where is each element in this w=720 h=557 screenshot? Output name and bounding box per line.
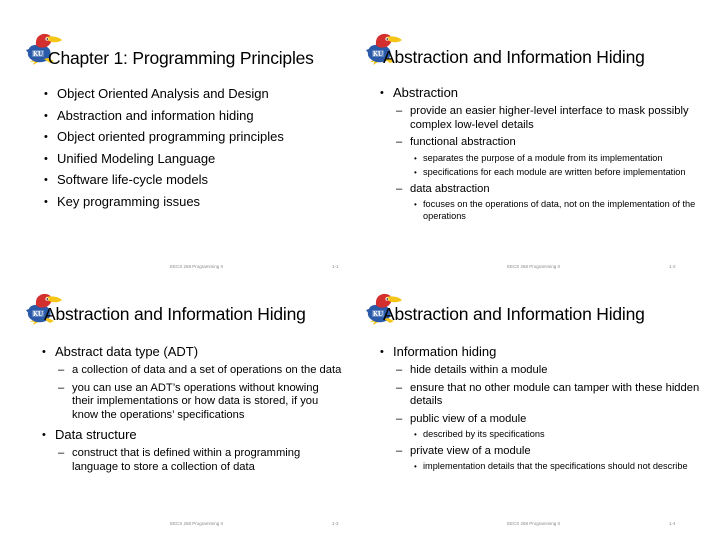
bullet-item: a collection of data and a set of operat… — [58, 364, 342, 378]
slide-body: Abstraction provide an easier higher-leve… — [380, 85, 700, 227]
bullet-text: a collection of data and a set of operat… — [72, 364, 342, 376]
slide-body: Object Oriented Analysis and Design Abstr… — [44, 86, 344, 215]
bullet-item: focuses on the operations of data, not o… — [414, 199, 700, 222]
bullet-text: Object oriented programming principles — [57, 129, 284, 144]
bullet-text: private view of a module — [410, 444, 531, 457]
slide-4: KU Abstraction and Information Hiding In… — [360, 278, 720, 556]
bullet-text: focuses on the operations of data, not o… — [423, 199, 696, 221]
slide-title: Abstraction and Information Hiding — [44, 304, 306, 324]
bullet-text: separates the purpose of a module from i… — [423, 152, 663, 163]
slide-footer-text: EECS 268 Programming II — [507, 264, 561, 269]
bullet-item: you can use an ADT’s operations without … — [58, 382, 342, 423]
bullet-list-level-3: described by its specifications — [410, 429, 700, 441]
slide-body: Abstract data type (ADT) a collection of … — [42, 344, 342, 479]
bullet-list-level-1: Abstraction provide an easier higher-leve… — [380, 85, 700, 222]
slide-title: Abstraction and Information Hiding — [383, 47, 645, 67]
bullet-text: you can use an ADT’s operations without … — [72, 381, 319, 421]
bullet-text: Abstraction and information hiding — [57, 107, 254, 123]
bullet-item: Information hiding hide details within a … — [380, 344, 700, 473]
bullet-text: provide an easier higher-level interface… — [410, 105, 689, 131]
bullet-list-level-3: implementation details that the specific… — [410, 461, 700, 473]
bullet-list-level-2: hide details within a module ensure that … — [393, 364, 700, 473]
slide-page-number: 1-2 — [669, 264, 676, 269]
bullet-text: data abstraction — [410, 182, 490, 195]
slide-1: KU Chapter 1: Programming Principles Obj… — [0, 0, 360, 278]
slide-page-number: 1-1 — [332, 264, 339, 269]
slide-page-number: 1-3 — [332, 521, 339, 526]
bullet-item: ensure that no other module can tamper w… — [396, 382, 700, 409]
svg-text:KU: KU — [33, 51, 44, 58]
slide-footer-text: EECS 268 Programming II — [170, 264, 224, 269]
slide-footer-text: EECS 268 Programming II — [170, 521, 224, 526]
bullet-item: functional abstraction separates the purp… — [396, 136, 700, 179]
bullet-item: Key programming issues — [44, 194, 344, 210]
slide-3: KU Abstraction and Information Hiding Ab… — [0, 278, 360, 556]
bullet-text: Object Oriented Analysis and Design — [57, 86, 269, 101]
bullet-item: specifications for each module are writt… — [414, 167, 700, 179]
bullet-text: Data structure — [55, 427, 137, 442]
slide-title: Abstraction and Information Hiding — [383, 304, 645, 324]
bullet-text: functional abstraction — [410, 136, 516, 148]
bullet-item: construct that is defined within a progr… — [58, 447, 342, 474]
bullet-item: implementation details that the specific… — [414, 461, 700, 473]
bullet-text: hide details within a module — [410, 364, 548, 376]
svg-text:KU: KU — [33, 311, 44, 318]
bullet-text: Information hiding — [393, 344, 497, 359]
slide-2: KU Abstraction and Information Hiding Ab… — [360, 0, 720, 278]
bullet-list-level-1: Information hiding hide details within a … — [380, 344, 700, 473]
bullet-item: Abstraction and information hiding — [44, 108, 344, 124]
bullet-item: Data structure construct that is defined … — [42, 427, 342, 474]
bullet-item: described by its specifications — [414, 429, 700, 441]
bullet-list-level-3: focuses on the operations of data, not o… — [410, 199, 700, 222]
bullet-text: Abstraction — [393, 85, 459, 100]
slide-title: Chapter 1: Programming Principles — [48, 48, 314, 68]
slide-body: Information hiding hide details within a … — [380, 344, 700, 478]
bullet-item: Abstraction provide an easier higher-leve… — [380, 85, 700, 222]
bullet-text: described by its specifications — [423, 429, 545, 439]
bullet-text: construct that is defined within a progr… — [72, 447, 301, 473]
bullet-list-level-3: separates the purpose of a module from i… — [410, 153, 700, 179]
bullet-text: Abstract data type (ADT) — [55, 344, 199, 359]
bullet-item: separates the purpose of a module from i… — [414, 153, 700, 165]
bullet-item: Abstract data type (ADT) a collection of … — [42, 344, 342, 422]
bullet-text: Software life-cycle models — [57, 172, 208, 187]
bullet-text: ensure that no other module can tamper w… — [410, 381, 700, 408]
bullet-list-level-1: Abstract data type (ADT) a collection of … — [42, 344, 342, 474]
bullet-item: data abstraction focuses on the operation… — [396, 183, 700, 223]
bullet-item: Unified Modeling Language — [44, 151, 344, 167]
bullet-item: provide an easier higher-level interface… — [396, 105, 700, 132]
bullet-list-level-1: Object Oriented Analysis and Design Abstr… — [44, 86, 344, 210]
bullet-item: Object oriented programming principles — [44, 129, 344, 145]
slide-footer-text: EECS 268 Programming II — [507, 521, 561, 526]
slide-page-number: 1-4 — [669, 521, 676, 526]
bullet-item: public view of a module described by its … — [396, 413, 700, 441]
bullet-text: specifications for each module are writt… — [423, 167, 686, 177]
bullet-item: Software life-cycle models — [44, 172, 344, 188]
bullet-item: hide details within a module — [396, 364, 700, 378]
bullet-text: public view of a module — [410, 412, 527, 425]
bullet-list-level-2: construct that is defined within a progr… — [55, 447, 342, 474]
bullet-list-level-2: provide an easier higher-level interface… — [393, 105, 700, 222]
bullet-item: Object Oriented Analysis and Design — [44, 86, 344, 102]
bullet-text: Unified Modeling Language — [57, 150, 216, 166]
bullet-text: Key programming issues — [57, 193, 201, 209]
bullet-item: private view of a module implementation d… — [396, 445, 700, 473]
bullet-text: implementation details that the specific… — [423, 461, 688, 471]
bullet-list-level-2: a collection of data and a set of operat… — [55, 364, 342, 422]
